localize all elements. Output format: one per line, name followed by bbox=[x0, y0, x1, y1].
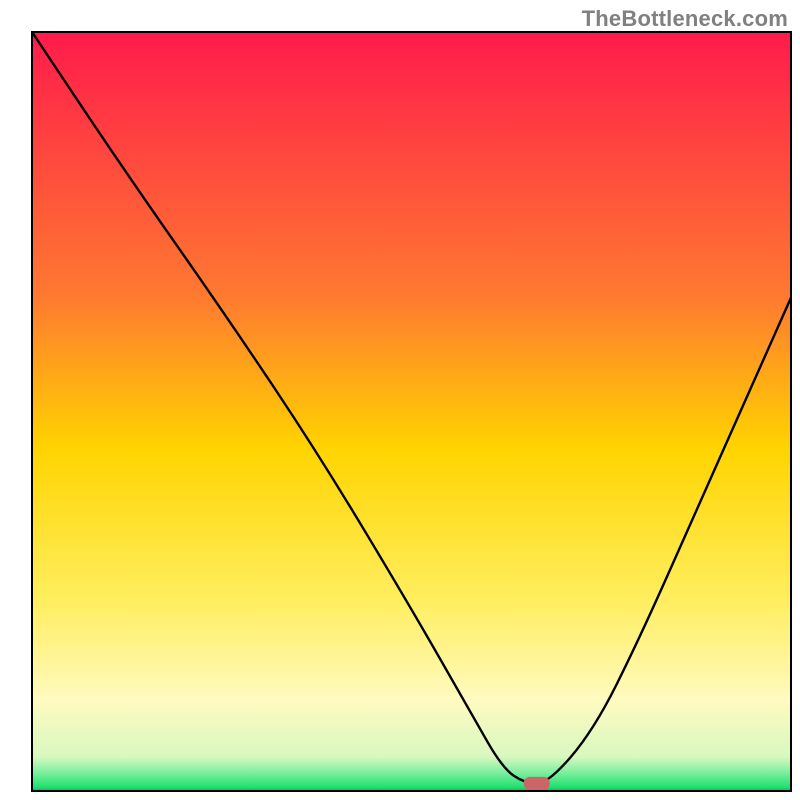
chart-root: TheBottleneck.com bbox=[0, 0, 800, 800]
optimum-marker bbox=[524, 777, 550, 790]
chart-svg bbox=[0, 0, 800, 800]
watermark-label: TheBottleneck.com bbox=[582, 6, 788, 32]
plot-background bbox=[32, 32, 791, 791]
